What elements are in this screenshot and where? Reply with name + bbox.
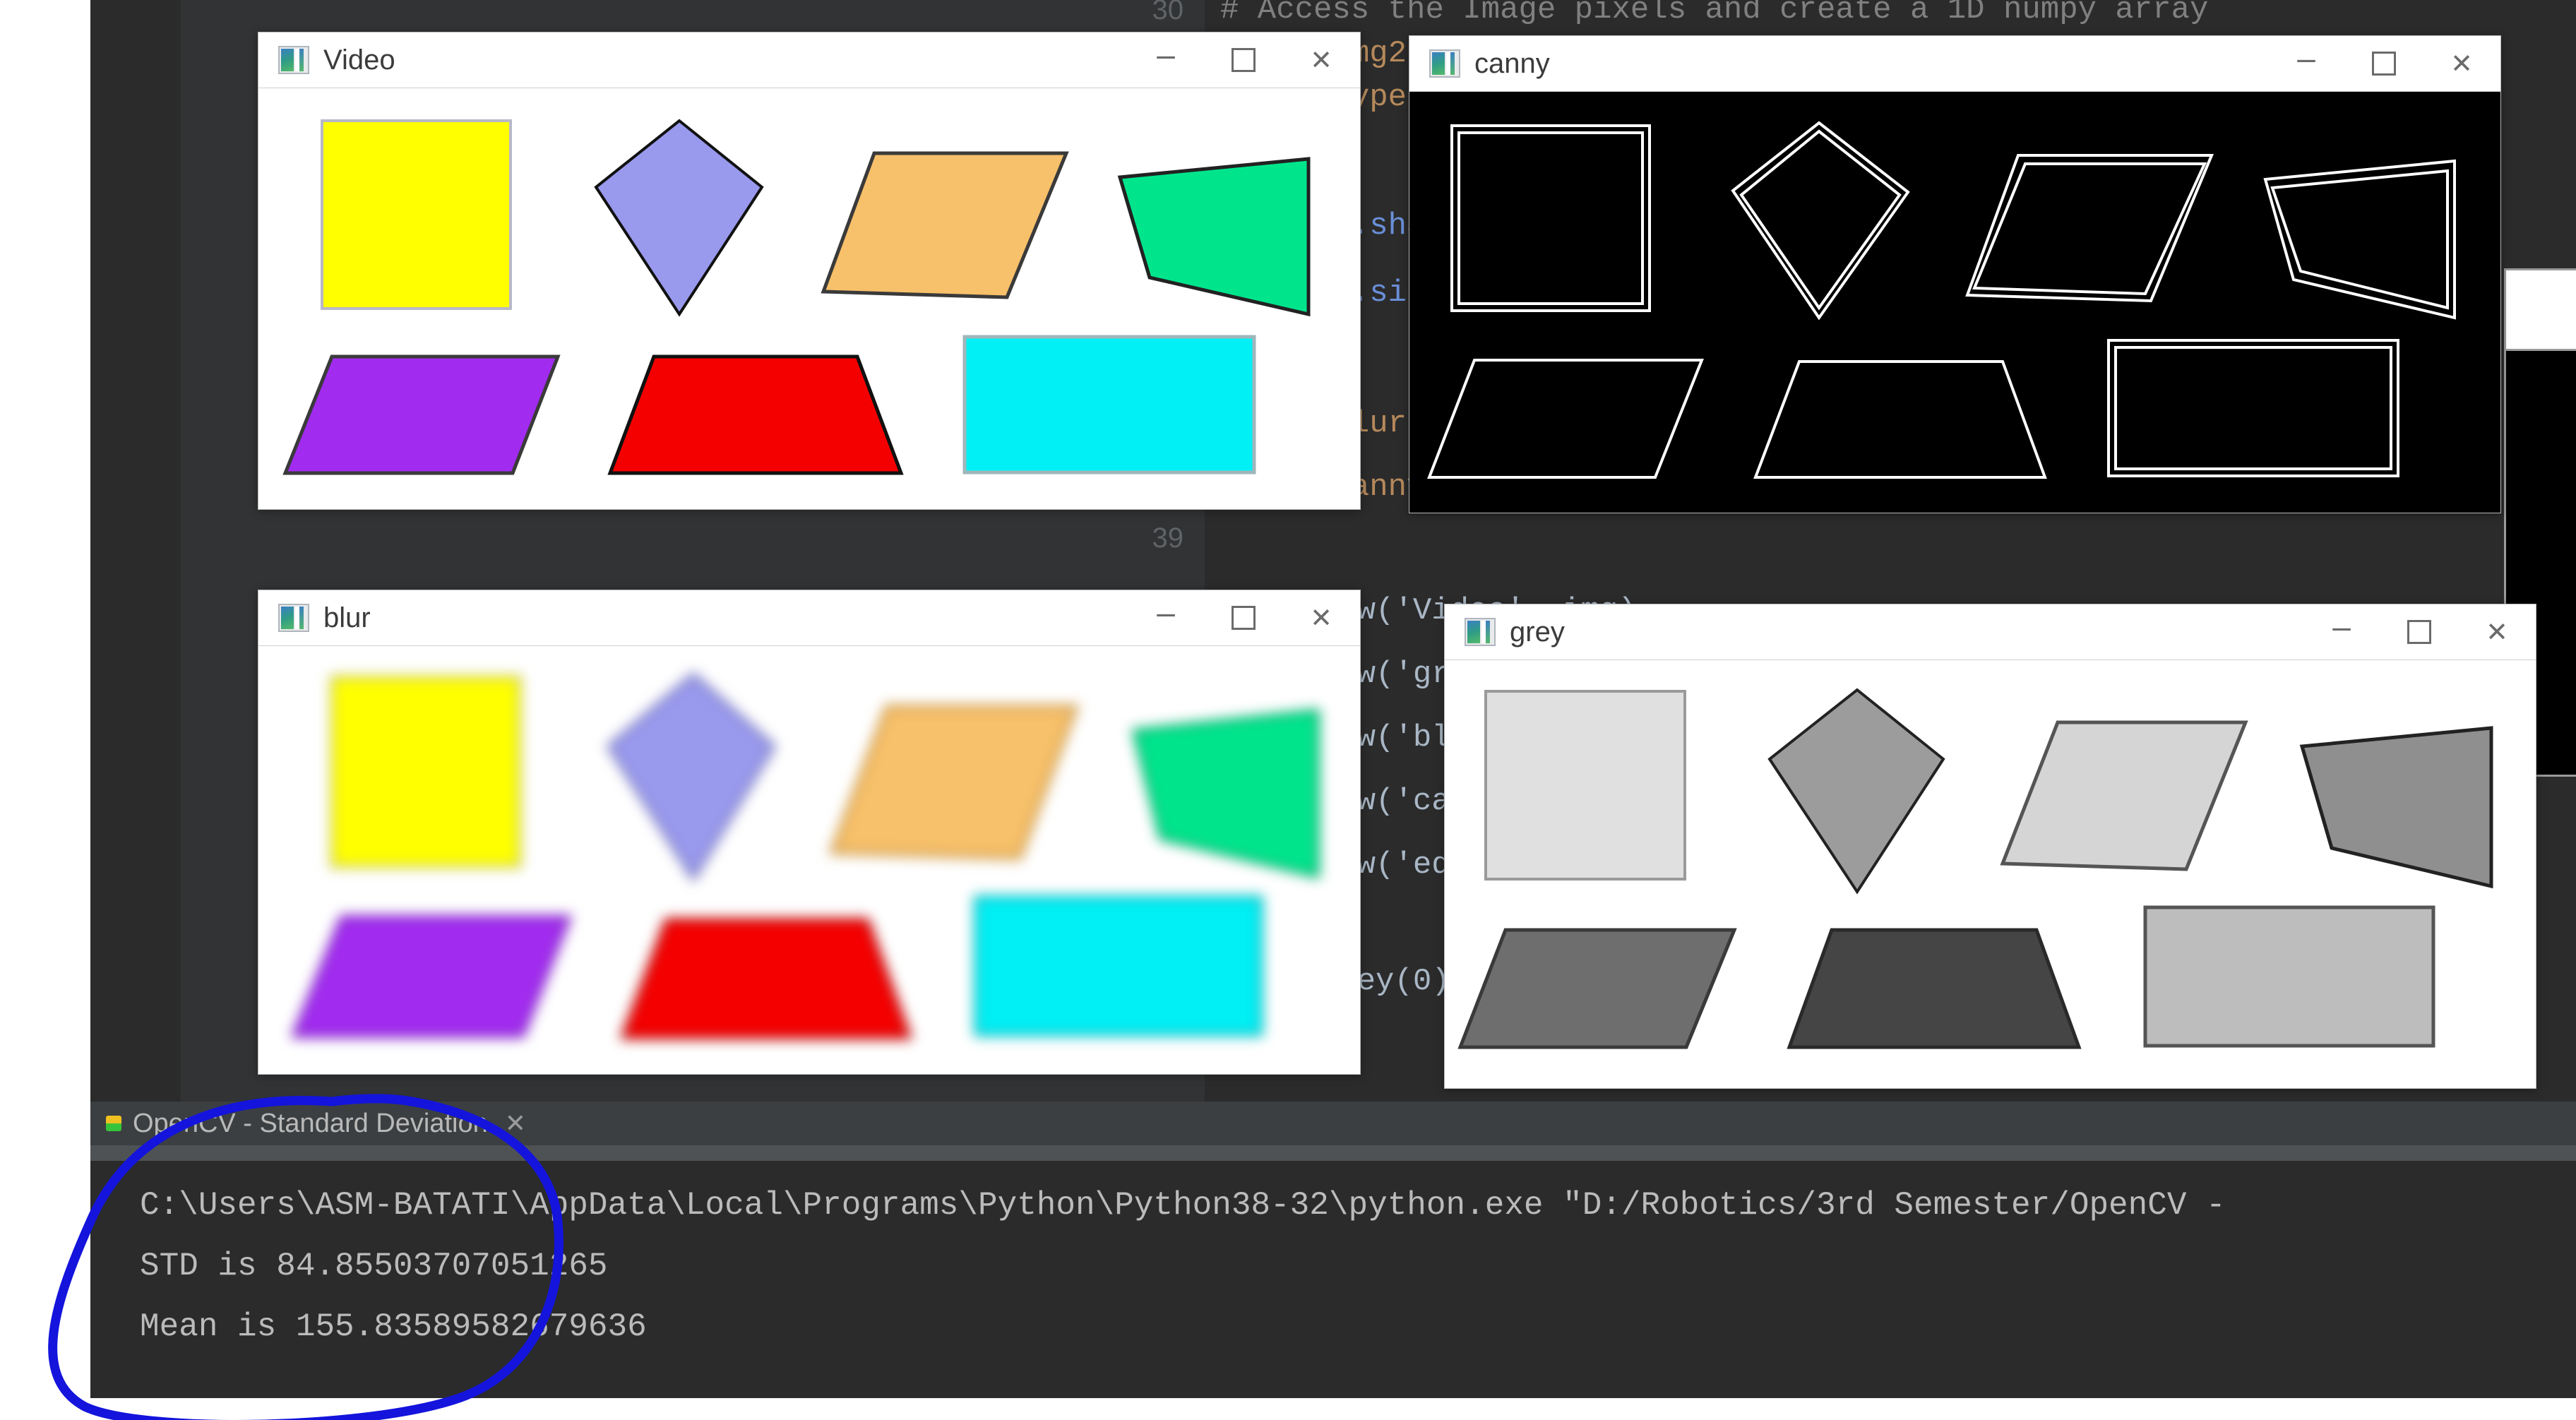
console-line: C:\Users\ASM-BATATI\AppData\Local\Progra… (140, 1187, 2226, 1224)
shape-periwinkle-kite (606, 672, 777, 883)
shape-grey-light-rect (2143, 905, 2435, 1048)
opencv-window-grey[interactable]: grey – ✕ (1444, 604, 2536, 1089)
window-title: canny (1474, 47, 1550, 79)
edge-yellow-rect-in (1457, 131, 1644, 305)
shape-grey-kite (1767, 688, 1945, 895)
minimize-button[interactable]: – (1127, 27, 1205, 93)
edge-cyan-rect (2107, 339, 2399, 477)
console-toolstrip (90, 1145, 2576, 1161)
edge-cyan-rect-in (2114, 346, 2392, 470)
minimize-button[interactable]: – (1127, 585, 1205, 651)
shape-yellow-rect (321, 119, 512, 310)
shape-grey-rect (1484, 690, 1686, 881)
console-tab-opencv-standard-deviation[interactable]: OpenCV - Standard Deviation ✕ (90, 1102, 526, 1145)
close-button[interactable]: ✕ (2423, 36, 2500, 91)
shape-orange-parallelogram (821, 151, 1069, 299)
opencv-window-blur[interactable]: blur – ✕ (258, 590, 1361, 1075)
canny-canvas (1409, 91, 2500, 513)
run-console-panel: OpenCV - Standard Deviation ✕ C:\Users\A… (90, 1102, 2576, 1398)
console-line: Mean is 155.83589582679636 (140, 1308, 647, 1345)
shapes-group-grey (1457, 688, 2493, 1049)
shape-cyan-rect (962, 335, 1256, 475)
opencv-window-video[interactable]: Video – ✕ (258, 32, 1361, 510)
shapes-group-blurred (290, 672, 1320, 1039)
shapes-group (1427, 121, 2456, 479)
shape-grey-quad (2299, 726, 2493, 889)
opencv-window-icon (278, 604, 309, 632)
close-button[interactable]: ✕ (1282, 590, 1360, 645)
video-canvas (258, 88, 1360, 509)
opencv-window-icon (1465, 618, 1496, 646)
maximize-button[interactable] (2345, 36, 2423, 91)
shapes-group (282, 119, 1311, 475)
close-button[interactable]: ✕ (2458, 604, 2536, 660)
console-tabbar: OpenCV - Standard Deviation ✕ (90, 1102, 2576, 1145)
shape-green-quad (1131, 708, 1320, 879)
shape-grey-darkest-trap (1787, 928, 2082, 1049)
console-output[interactable]: C:\Users\ASM-BATATI\AppData\Local\Progra… (90, 1161, 2576, 1398)
edge-quad-in (2270, 169, 2449, 310)
maximize-button[interactable] (1205, 32, 1282, 88)
shape-cyan-rect (974, 895, 1263, 1037)
titlebar[interactable]: grey – ✕ (1445, 604, 2536, 660)
grey-canvas (1445, 660, 2536, 1088)
close-icon[interactable]: ✕ (505, 1109, 526, 1138)
opencv-window-icon (1429, 49, 1460, 78)
shape-red-trapezoid (619, 918, 913, 1039)
window-title: grey (1510, 616, 1565, 648)
shape-periwinkle-kite (594, 119, 764, 317)
blur-canvas (258, 645, 1360, 1074)
minimize-button[interactable]: – (2303, 599, 2380, 665)
shape-orange-parallelogram (828, 705, 1080, 861)
window-title: blur (323, 602, 371, 633)
titlebar[interactable]: blur – ✕ (258, 590, 1360, 645)
maximize-button[interactable] (2380, 604, 2458, 660)
window-title: Video (323, 44, 395, 76)
console-tab-label: OpenCV - Standard Deviation (133, 1108, 488, 1138)
shape-yellow-rect (330, 675, 522, 869)
shape-red-trapezoid (607, 354, 904, 475)
code-line: # Access the Image pixels and create a 1… (1220, 0, 2209, 28)
shape-purple-parallelogram (290, 915, 573, 1038)
titlebar[interactable]: canny – ✕ (1409, 36, 2500, 91)
close-button[interactable]: ✕ (1282, 32, 1360, 88)
edge-yellow-rect (1450, 124, 1651, 312)
titlebar[interactable]: Video – ✕ (258, 32, 1360, 88)
shape-grey-dark-par (1457, 928, 1737, 1049)
edge-purple-par (1427, 359, 1704, 479)
opencv-window-icon (278, 46, 309, 74)
minimize-button[interactable]: – (2267, 30, 2345, 97)
shape-grey-parallelogram (2000, 720, 2248, 871)
gutter-line-number: 39 (1152, 523, 1184, 554)
edge-kite-in (1739, 129, 1902, 311)
shape-green-quad (1117, 157, 1311, 317)
maximize-button[interactable] (1205, 590, 1282, 645)
gutter-line-number: 30 (1152, 0, 1184, 25)
run-status-icon (106, 1116, 121, 1131)
opencv-window-canny[interactable]: canny – ✕ (1409, 35, 2501, 513)
edge-red-trap (1753, 360, 2047, 479)
shape-purple-parallelogram (282, 354, 561, 475)
console-line: STD is 84.85503707051265 (140, 1248, 608, 1284)
